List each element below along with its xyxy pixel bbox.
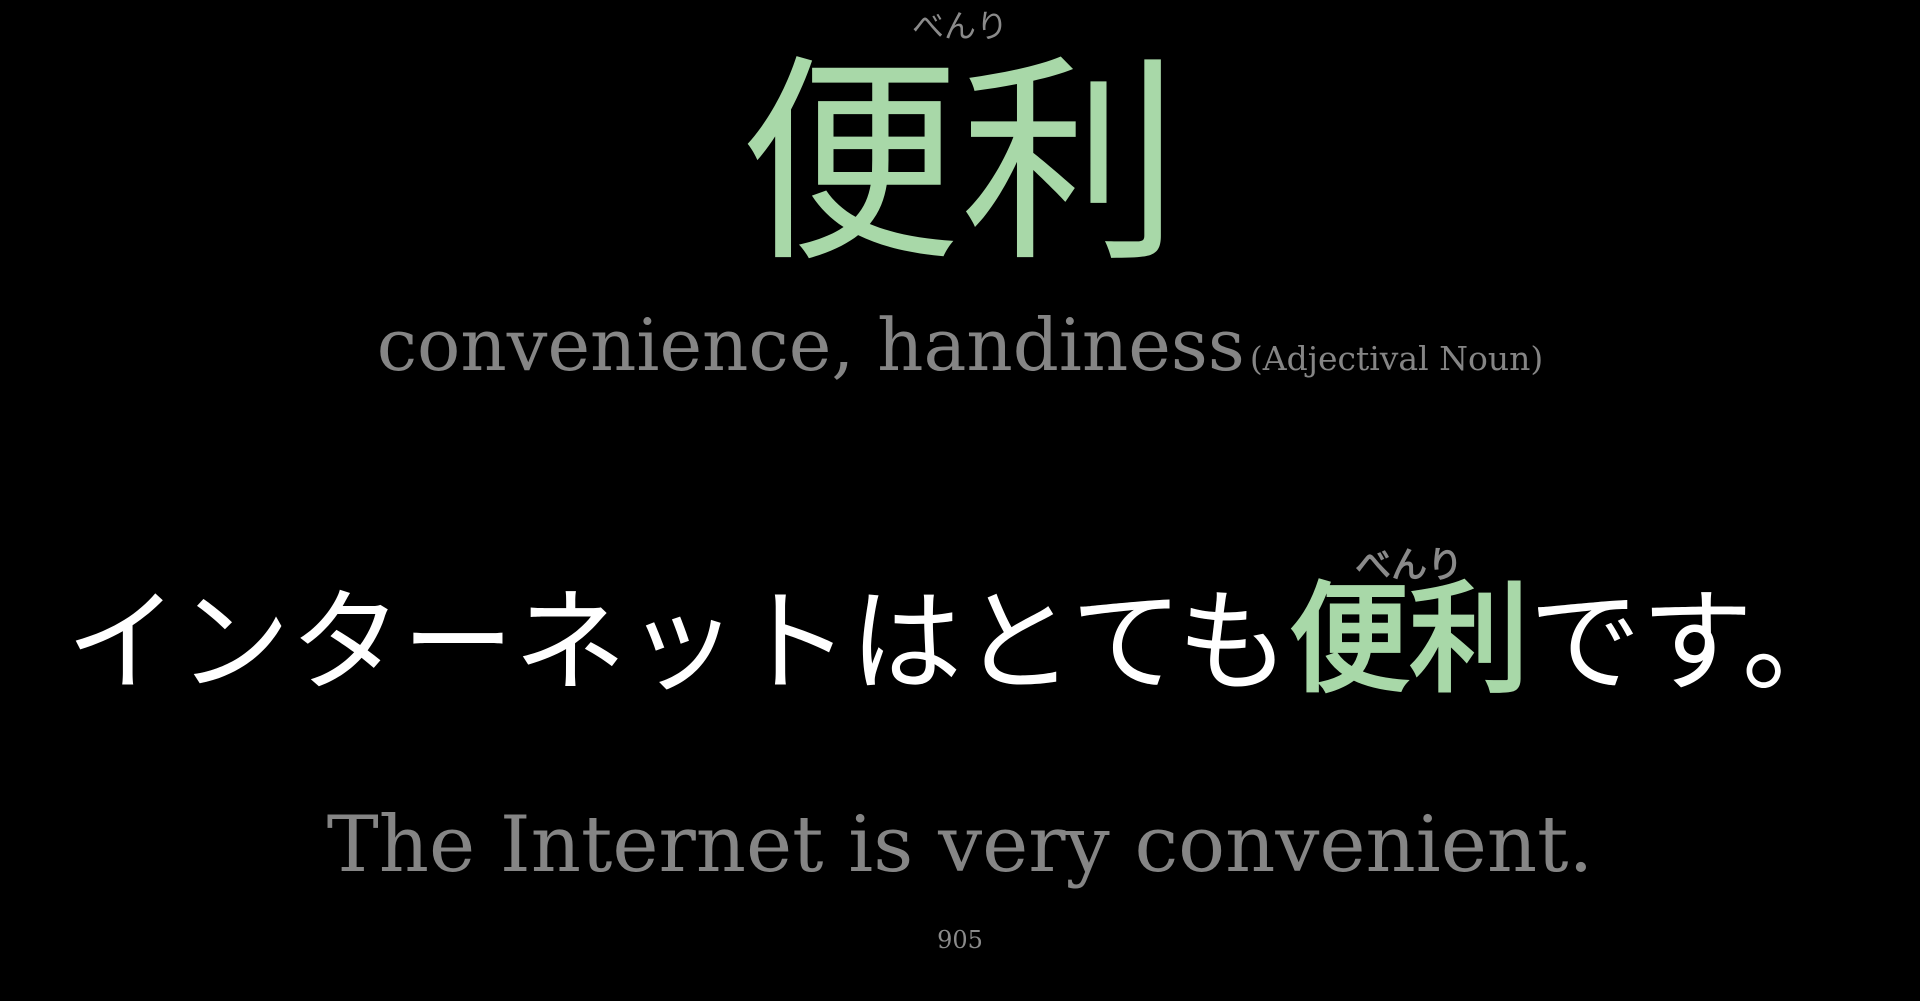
meaning-text: convenience, handiness	[376, 303, 1245, 387]
sentence-translation: The Internet is very convenient.	[326, 800, 1594, 890]
sentence-after: です。	[1529, 578, 1854, 708]
sentence-highlight-word: 便利	[1289, 569, 1530, 710]
meaning-line: convenience, handiness (Adjectival Noun)	[0, 300, 1920, 410]
part-of-speech: (Adjectival Noun)	[1249, 339, 1544, 378]
sentence-highlight-group: べんり 便利	[1289, 545, 1530, 766]
sentence-before: インターネットはとても	[66, 578, 1290, 708]
sentence-highlight-reading: べんり	[1355, 544, 1464, 586]
word-kanji: 便利	[739, 36, 1180, 292]
card-number: 905	[937, 926, 983, 954]
example-sentence: インターネットはとても べんり 便利です。	[0, 545, 1920, 766]
